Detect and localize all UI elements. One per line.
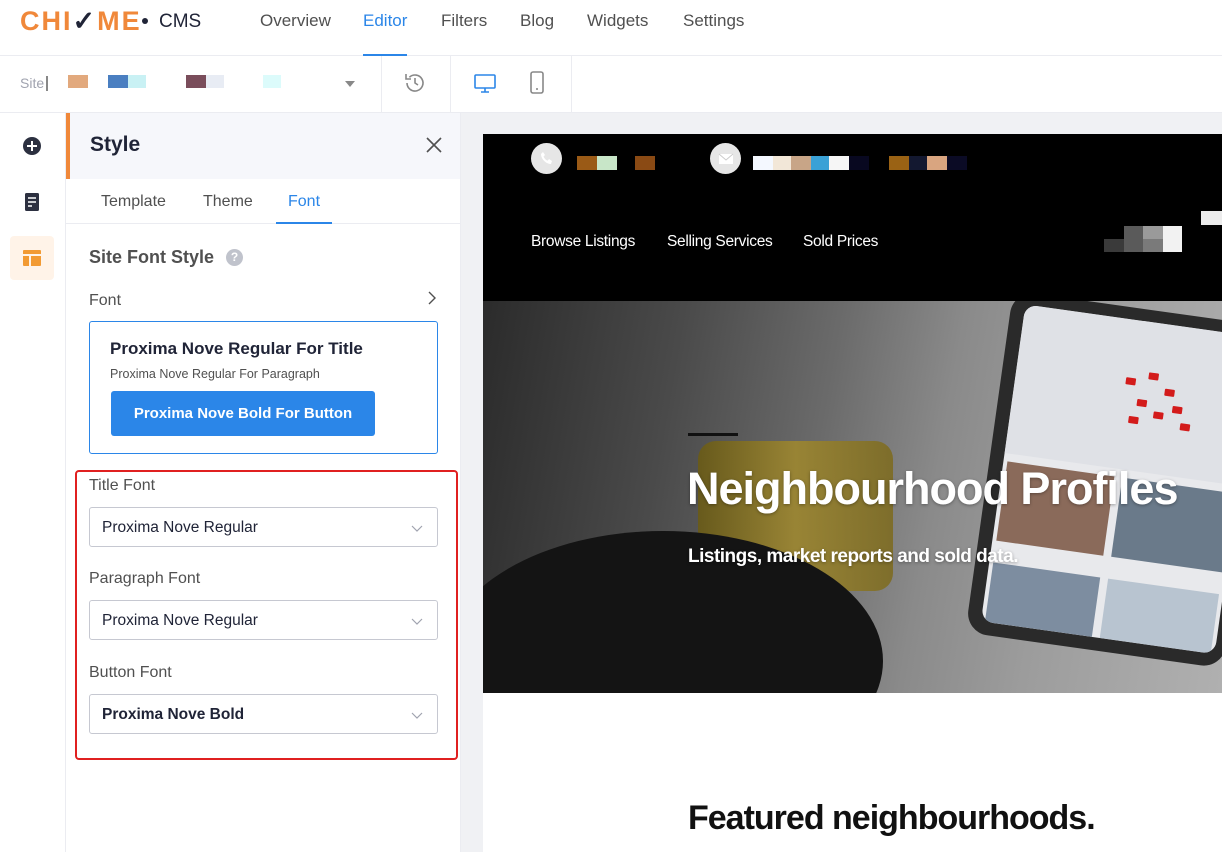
hero-subtitle: Listings, market reports and sold data. [688, 546, 1018, 567]
panel-title: Style [90, 133, 141, 156]
history-icon[interactable] [400, 68, 430, 98]
hero-divider [688, 433, 738, 436]
close-icon[interactable] [423, 134, 445, 156]
site-preview: Browse Listings Selling Services Sold Pr… [483, 134, 1222, 852]
chevron-down-icon [410, 708, 424, 722]
preview-paragraph-text: Proxima Nove Regular For Paragraph [110, 367, 320, 381]
button-font-value: Proxima Nove Bold [102, 706, 245, 723]
nav-tab-filters[interactable]: Filters [441, 11, 487, 56]
nav-tab-settings[interactable]: Settings [683, 11, 744, 56]
chevron-right-icon [424, 290, 440, 306]
paragraph-font-select[interactable]: Proxima Nove Regular [89, 600, 438, 640]
logo-check-mark: ✓ [72, 6, 98, 36]
email-icon [710, 143, 741, 174]
site-selector-label: Site [20, 75, 45, 91]
toolbar-divider [381, 56, 382, 112]
page-icon[interactable] [10, 180, 54, 224]
style-panel: Style Template Theme Font Site Font Styl… [66, 113, 461, 852]
paragraph-font-label: Paragraph Font [89, 570, 201, 587]
tab-font[interactable]: Font [276, 193, 333, 224]
toolbar-divider [450, 56, 451, 112]
chevron-down-icon [410, 614, 424, 628]
style-subtabs: Template Theme Font [66, 179, 460, 224]
chevron-down-icon [345, 81, 355, 87]
site-header: Browse Listings Selling Services Sold Pr… [483, 134, 1222, 301]
title-font-select[interactable]: Proxima Nove Regular [89, 507, 438, 547]
site-nav-selling-services[interactable]: Selling Services [667, 233, 773, 251]
hero-banner: Neighbourhood Profiles Listings, market … [483, 301, 1222, 693]
logo-text-end: ME [97, 6, 142, 36]
layout-icon[interactable] [10, 236, 54, 280]
section-title: Site Font Style [89, 247, 215, 267]
nav-tab-overview[interactable]: Overview [260, 11, 331, 56]
button-font-label: Button Font [89, 664, 172, 681]
panel-header: Style [66, 113, 460, 179]
logo-separator-dot [142, 18, 148, 24]
font-row-label: Font [89, 292, 122, 309]
title-font-value: Proxima Nove Regular [102, 519, 258, 536]
toolbar-divider [571, 56, 572, 112]
logo-text-start: CHI [20, 6, 73, 36]
hero-title: Neighbourhood Profiles [687, 463, 1178, 514]
text-cursor [46, 76, 48, 91]
button-font-select[interactable]: Proxima Nove Bold [89, 694, 438, 734]
site-selector[interactable]: Site [0, 56, 380, 112]
tab-template[interactable]: Template [101, 193, 166, 224]
left-tool-rail [0, 113, 66, 852]
font-preview-card: Proxima Nove Regular For Title Proxima N… [89, 321, 438, 454]
nav-tab-blog[interactable]: Blog [520, 11, 554, 56]
font-row[interactable]: Font [66, 283, 460, 315]
add-circle-icon[interactable] [10, 124, 54, 168]
desktop-view-icon[interactable] [470, 68, 500, 98]
site-nav-browse-listings[interactable]: Browse Listings [531, 233, 635, 251]
nav-tab-editor[interactable]: Editor [363, 11, 408, 56]
preview-title-text: Proxima Nove Regular For Title [110, 339, 363, 358]
product-name: CMS [159, 11, 202, 32]
featured-heading: Featured neighbourhoods. [688, 799, 1096, 837]
tab-theme[interactable]: Theme [203, 193, 253, 224]
chime-logo[interactable]: CHI✓ME [20, 6, 142, 37]
mobile-view-icon[interactable] [522, 68, 552, 98]
help-icon[interactable]: ? [226, 249, 243, 266]
paragraph-font-value: Proxima Nove Regular [102, 612, 258, 629]
title-font-label: Title Font [89, 477, 156, 494]
top-navigation-bar: CHI✓ME CMS Overview Editor Filters Blog … [0, 0, 1222, 56]
phone-icon [531, 143, 562, 174]
preview-button[interactable]: Proxima Nove Bold For Button [111, 391, 375, 436]
chevron-down-icon [410, 521, 424, 535]
nav-tab-widgets[interactable]: Widgets [587, 11, 648, 56]
site-nav-sold-prices[interactable]: Sold Prices [803, 233, 878, 251]
editor-toolbar: Site [0, 56, 1222, 113]
